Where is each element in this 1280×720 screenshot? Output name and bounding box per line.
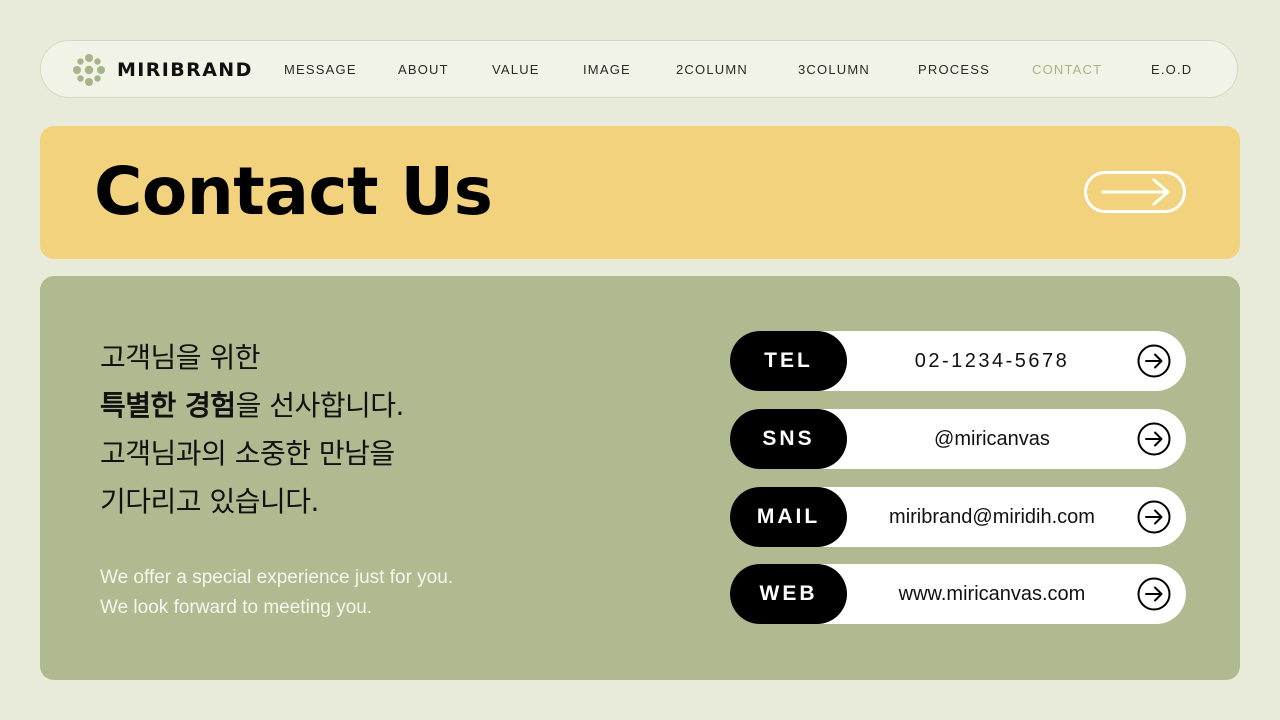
mail-value: miribrand@miridih.com	[889, 506, 1095, 528]
page-title: Contact Us	[94, 153, 493, 230]
contact-mail-row[interactable]: MAIL miribrand@miridih.com	[730, 487, 1186, 547]
nav-item-process[interactable]: PROCESS	[918, 41, 990, 99]
tel-value: 02-1234-5678	[914, 350, 1070, 372]
contact-sns-row[interactable]: SNS @miricanvas	[730, 409, 1186, 469]
circle-arrow-right-icon[interactable]	[1137, 577, 1171, 611]
mail-label: MAIL	[730, 487, 847, 547]
nav-item-3column[interactable]: 3COLUMN	[798, 41, 870, 99]
message-line-4: 기다리고 있습니다.	[100, 485, 319, 518]
contact-web-row[interactable]: WEB www.miricanvas.com	[730, 564, 1186, 624]
web-value: www.miricanvas.com	[898, 583, 1086, 605]
nav-item-contact[interactable]: CONTACT	[1032, 41, 1102, 99]
sns-label: SNS	[730, 409, 847, 469]
nav-item-eod[interactable]: E.O.D	[1151, 41, 1192, 99]
brand-name[interactable]: MIRIBRAND	[117, 41, 253, 99]
english-line-2: We look forward to meeting you.	[100, 597, 373, 618]
arrow-right-icon	[1101, 178, 1170, 206]
arrow-right-button[interactable]	[1084, 171, 1186, 213]
nav-item-value[interactable]: VALUE	[492, 41, 540, 99]
top-nav: MIRIBRAND MESSAGE ABOUT VALUE IMAGE 2COL…	[40, 40, 1238, 98]
flower-icon	[73, 54, 105, 86]
korean-message: 고객님을 위한 특별한 경험을 선사합니다. 고객님과의 소중한 만남을 기다리…	[100, 334, 404, 526]
circle-arrow-right-icon[interactable]	[1137, 344, 1171, 378]
nav-item-image[interactable]: IMAGE	[583, 41, 631, 99]
contact-tel-row[interactable]: TEL 02-1234-5678	[730, 331, 1186, 391]
circle-arrow-right-icon[interactable]	[1137, 422, 1171, 456]
sns-value: @miricanvas	[934, 428, 1050, 450]
contact-header: Contact Us	[40, 126, 1240, 259]
nav-item-about[interactable]: ABOUT	[398, 41, 449, 99]
message-line-3: 고객님과의 소중한 만남을	[100, 437, 395, 470]
english-line-1: We offer a special experience just for y…	[100, 567, 454, 588]
nav-item-2column[interactable]: 2COLUMN	[676, 41, 748, 99]
tel-label: TEL	[730, 331, 847, 391]
circle-arrow-right-icon[interactable]	[1137, 500, 1171, 534]
web-label: WEB	[730, 564, 847, 624]
contact-info-panel: 고객님을 위한 특별한 경험을 선사합니다. 고객님과의 소중한 만남을 기다리…	[40, 276, 1240, 680]
message-highlight: 특별한 경험	[100, 389, 236, 422]
message-line-2-rest: 을 선사합니다.	[235, 389, 405, 422]
message-line-2: 특별한 경험을 선사합니다.	[100, 382, 404, 430]
message-line-1: 고객님을 위한	[100, 341, 260, 374]
nav-item-message[interactable]: MESSAGE	[284, 41, 357, 99]
english-message: We offer a special experience just for y…	[100, 563, 453, 623]
